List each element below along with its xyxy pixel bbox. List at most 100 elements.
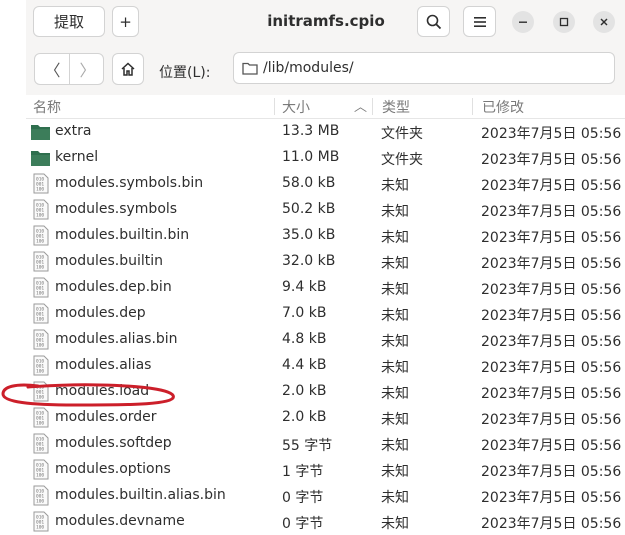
file-name: modules.alias.bin bbox=[55, 331, 178, 347]
file-modified: 2023年7月5日 05:56 bbox=[481, 204, 622, 220]
column-modified-header[interactable]: 已修改 bbox=[482, 97, 524, 117]
menu-button[interactable] bbox=[463, 6, 496, 37]
home-icon bbox=[121, 62, 135, 76]
file-size: 2.0 kB bbox=[282, 383, 327, 399]
file-type: 未知 bbox=[381, 282, 409, 298]
file-size: 11.0 MB bbox=[282, 149, 340, 165]
file-name: modules.builtin.bin bbox=[55, 227, 190, 243]
folder-icon bbox=[31, 125, 50, 140]
close-icon bbox=[600, 18, 608, 26]
back-button[interactable]: 〈 bbox=[35, 54, 70, 84]
file-name: modules.symbols.bin bbox=[55, 175, 204, 191]
binary-file-icon: 010001100 bbox=[33, 485, 49, 506]
archive-manager-window: 提取 + initramfs.cpio 〈 〉 位置(L): /lib/modu… bbox=[26, 0, 625, 532]
file-size: 4.8 kB bbox=[282, 331, 327, 347]
file-type: 未知 bbox=[381, 490, 409, 506]
file-type: 未知 bbox=[381, 230, 409, 246]
file-name: kernel bbox=[55, 149, 99, 165]
file-type: 未知 bbox=[381, 412, 409, 428]
svg-text:100: 100 bbox=[36, 369, 44, 375]
svg-text:100: 100 bbox=[36, 421, 44, 427]
file-row[interactable]: 010 001 100 modules.alias.bin 4.8 kB 未知 2023年7… bbox=[26, 327, 625, 353]
file-type: 未知 bbox=[381, 464, 409, 480]
file-modified: 2023年7月5日 05:56 bbox=[481, 360, 622, 376]
minimize-button[interactable] bbox=[512, 11, 534, 33]
column-type-header[interactable]: 类型 bbox=[382, 97, 410, 117]
file-size: 2.0 kB bbox=[282, 409, 327, 425]
column-name-header[interactable]: 名称 bbox=[33, 97, 61, 117]
chevron-right-icon: 〉 bbox=[79, 61, 96, 80]
file-modified: 2023年7月5日 05:56 bbox=[481, 230, 622, 246]
svg-text:100: 100 bbox=[36, 291, 44, 297]
forward-button[interactable]: 〉 bbox=[70, 54, 105, 84]
file-modified: 2023年7月5日 05:56 bbox=[481, 490, 622, 506]
file-type: 未知 bbox=[381, 516, 409, 532]
column-size-header[interactable]: 大小 bbox=[282, 97, 310, 117]
binary-file-icon: 010001100 bbox=[33, 173, 49, 194]
svg-text:100: 100 bbox=[36, 343, 44, 349]
location-path-field[interactable]: /lib/modules/ bbox=[233, 52, 615, 84]
navigation-buttons: 〈 〉 bbox=[34, 53, 104, 85]
file-row[interactable]: 010 001 100 modules.dep.bin 9.4 kB 未知 2023年7月5… bbox=[26, 275, 625, 301]
file-modified: 2023年7月5日 05:56 bbox=[481, 308, 622, 324]
file-row[interactable]: 010 001 100 modules.softdep 55 字节 未知 2023年7月5日… bbox=[26, 431, 625, 457]
file-type: 未知 bbox=[381, 386, 409, 402]
maximize-icon bbox=[559, 17, 569, 27]
maximize-button[interactable] bbox=[553, 11, 575, 33]
binary-file-icon: 010001100 bbox=[33, 433, 49, 454]
folder-outline-icon bbox=[242, 62, 258, 75]
add-files-button[interactable]: + bbox=[112, 6, 139, 37]
file-size: 4.4 kB bbox=[282, 357, 327, 373]
file-row[interactable]: 010 001 100 modules.dep 7.0 kB 未知 2023年7月5日 05… bbox=[26, 301, 625, 327]
location-label: 位置(L): bbox=[159, 65, 211, 81]
file-row[interactable]: 010 001 100 modules.builtin.bin 35.0 kB 未知 202… bbox=[26, 223, 625, 249]
file-row[interactable]: 010 001 100 modules.devname 0 字节 未知 2023年7月5日 … bbox=[26, 509, 625, 535]
svg-text:100: 100 bbox=[36, 447, 44, 453]
search-button[interactable] bbox=[417, 6, 450, 37]
file-modified: 2023年7月5日 05:56 bbox=[481, 126, 622, 142]
file-name: modules.order bbox=[55, 409, 157, 425]
file-name: modules.builtin bbox=[55, 253, 164, 269]
file-modified: 2023年7月5日 05:56 bbox=[481, 386, 622, 402]
file-row[interactable]: 010 001 100 modules.builtin.alias.bin 0 字节 未知… bbox=[26, 483, 625, 509]
file-modified: 2023年7月5日 05:56 bbox=[481, 152, 622, 168]
column-divider bbox=[372, 98, 373, 115]
column-divider bbox=[274, 98, 275, 115]
file-type: 未知 bbox=[381, 438, 409, 454]
binary-file-icon: 010001100 bbox=[33, 251, 49, 272]
file-size: 7.0 kB bbox=[282, 305, 327, 321]
close-button[interactable] bbox=[593, 11, 615, 33]
binary-file-icon: 010001100 bbox=[33, 199, 49, 220]
background-window-edge bbox=[0, 0, 27, 527]
file-size: 1 字节 bbox=[282, 464, 324, 480]
folder-icon bbox=[31, 151, 50, 166]
file-row[interactable]: extra 13.3 MB 文件夹 2023年7月5日 05:56 bbox=[26, 119, 625, 145]
file-row[interactable]: kernel 11.0 MB 文件夹 2023年7月5日 05:56 bbox=[26, 145, 625, 171]
file-row[interactable]: 010 001 100 modules.builtin 32.0 kB 未知 2023年7月… bbox=[26, 249, 625, 275]
svg-text:100: 100 bbox=[36, 239, 44, 245]
file-name: modules.symbols bbox=[55, 201, 178, 217]
binary-file-icon: 010001100 bbox=[33, 407, 49, 428]
file-row[interactable]: 010 001 100 modules.symbols 50.2 kB 未知 2023年7月… bbox=[26, 197, 625, 223]
svg-text:100: 100 bbox=[36, 187, 44, 193]
file-name: modules.load bbox=[55, 383, 150, 399]
file-row[interactable]: 010 001 100 modules.order 2.0 kB 未知 2023年7月5日 … bbox=[26, 405, 625, 431]
window-title: initramfs.cpio bbox=[267, 12, 385, 30]
file-size: 9.4 kB bbox=[282, 279, 327, 295]
search-icon bbox=[426, 14, 441, 29]
column-divider bbox=[472, 98, 473, 115]
file-row[interactable]: 010 001 100 modules.options 1 字节 未知 2023年7月5日 … bbox=[26, 457, 625, 483]
hamburger-menu-icon bbox=[473, 16, 486, 27]
file-modified: 2023年7月5日 05:56 bbox=[481, 334, 622, 350]
file-size: 32.0 kB bbox=[282, 253, 336, 269]
file-type: 未知 bbox=[381, 334, 409, 350]
file-row[interactable]: 010 001 100 modules.load 2.0 kB 未知 2023年7月5日 0… bbox=[26, 379, 625, 405]
extract-button[interactable]: 提取 bbox=[33, 6, 105, 37]
file-row[interactable]: 010 001 100 modules.alias 4.4 kB 未知 2023年7月5日 … bbox=[26, 353, 625, 379]
binary-file-icon: 010001100 bbox=[33, 303, 49, 324]
home-button[interactable] bbox=[112, 53, 144, 85]
file-size: 55 字节 bbox=[282, 438, 333, 454]
binary-file-icon: 010001100 bbox=[33, 381, 49, 402]
file-row[interactable]: 010 001 100 modules.symbols.bin 58.0 kB 未知 202… bbox=[26, 171, 625, 197]
file-modified: 2023年7月5日 05:56 bbox=[481, 178, 622, 194]
